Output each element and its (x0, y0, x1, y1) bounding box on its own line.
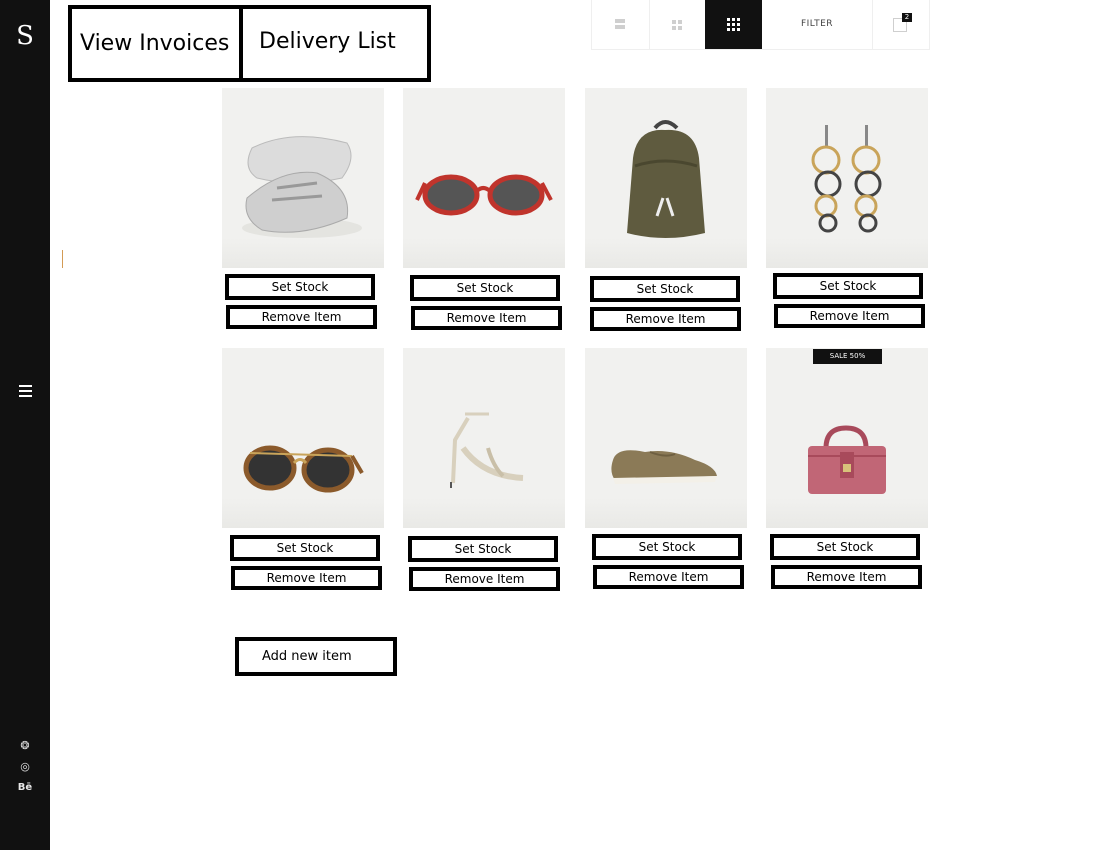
instagram-icon[interactable]: ◎ (0, 761, 50, 773)
decorative-line (62, 250, 63, 268)
set-stock-button[interactable]: Set Stock (230, 535, 380, 561)
add-new-item-button[interactable]: Add new item (235, 637, 397, 676)
delivery-list-button[interactable]: Delivery List (239, 5, 431, 82)
set-stock-button[interactable]: Set Stock (590, 276, 740, 302)
heel-shoe-icon (450, 412, 524, 488)
list-view-button[interactable] (592, 0, 650, 49)
dribbble-icon[interactable]: ❂ (0, 740, 50, 752)
backpack-icon (627, 120, 705, 238)
grid-3-icon (727, 18, 740, 31)
set-stock-button[interactable]: Set Stock (408, 536, 558, 562)
product-image-ring-earrings[interactable] (766, 88, 928, 268)
remove-item-button[interactable]: Remove Item (771, 565, 922, 589)
remove-item-button[interactable]: Remove Item (593, 565, 744, 589)
remove-item-button[interactable]: Remove Item (590, 307, 741, 331)
remove-item-button[interactable]: Remove Item (231, 566, 382, 590)
set-stock-button[interactable]: Set Stock (773, 273, 923, 299)
view-toolbar: FILTER 2 (591, 0, 930, 50)
view-invoices-button[interactable]: View Invoices (68, 5, 243, 82)
remove-item-button[interactable]: Remove Item (226, 305, 377, 329)
product-image-red-sunglasses[interactable] (403, 88, 565, 268)
sunglasses-icon (243, 445, 364, 493)
hamburger-menu-icon[interactable] (19, 385, 33, 397)
grid-2-icon (672, 20, 682, 30)
cart-button[interactable]: 2 (872, 0, 929, 49)
product-image-tortoise-sunglasses[interactable] (222, 348, 384, 528)
list-view-icon (615, 19, 625, 31)
remove-item-button[interactable]: Remove Item (774, 304, 925, 328)
product-image-strappy-heel[interactable] (403, 348, 565, 528)
behance-icon[interactable]: Bē (0, 782, 50, 794)
remove-item-button[interactable]: Remove Item (411, 306, 562, 330)
set-stock-button[interactable]: Set Stock (770, 534, 920, 560)
filter-button[interactable]: FILTER (762, 0, 873, 49)
cart-count-badge: 2 (902, 13, 912, 22)
sale-badge: SALE 50% (813, 349, 882, 364)
grid-3-view-button[interactable] (705, 0, 762, 49)
grid-2-view-button[interactable] (649, 0, 706, 49)
derby-shoe-icon (611, 450, 717, 484)
set-stock-button[interactable]: Set Stock (225, 274, 375, 300)
remove-item-button[interactable]: Remove Item (409, 567, 560, 591)
product-image-pink-handbag[interactable]: SALE 50% (766, 348, 928, 528)
sidebar: S ❂ ◎ Bē (0, 0, 50, 850)
sunglasses-icon (415, 174, 553, 216)
product-image-green-backpack[interactable] (585, 88, 747, 268)
brand-logo[interactable]: S (0, 22, 50, 50)
handbag-icon (808, 425, 886, 494)
delivery-list-label: Delivery List (259, 29, 396, 54)
product-image-khaki-derby-shoe[interactable] (585, 348, 747, 528)
product-image-sneakers[interactable] (222, 88, 384, 268)
earrings-icon (811, 125, 882, 233)
view-invoices-label: View Invoices (80, 31, 230, 56)
sneakers-icon (242, 136, 362, 238)
set-stock-button[interactable]: Set Stock (410, 275, 560, 301)
set-stock-button[interactable]: Set Stock (592, 534, 742, 560)
